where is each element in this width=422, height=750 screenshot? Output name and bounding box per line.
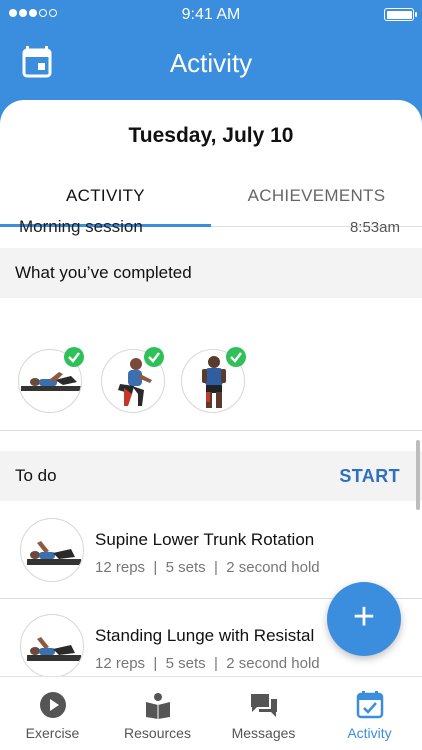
nav-item-exercise[interactable]: Exercise — [0, 677, 105, 750]
status-time: 9:41 AM — [181, 6, 241, 23]
nav-label: Messages — [231, 725, 296, 741]
tab-activity[interactable]: ACTIVITY — [0, 186, 211, 206]
divider — [0, 430, 422, 431]
todo-section-header: To do START — [0, 451, 422, 501]
start-button[interactable]: START — [339, 466, 400, 487]
completed-heading: What you’ve completed — [15, 263, 192, 282]
current-date: Tuesday, July 10 — [128, 124, 294, 147]
status-bar: 9:41 AM — [0, 0, 422, 30]
completed-section-header: What you’ve completed — [0, 248, 422, 298]
exercise-details: 12 reps | 5 sets | 2 second hold — [95, 559, 320, 576]
session-name: Morning session — [19, 217, 143, 236]
exercise-hold: 2 second hold — [226, 655, 320, 672]
exercise-sets: 5 sets — [165, 559, 206, 576]
exercise-hold: 2 second hold — [226, 559, 320, 576]
calendar-check-icon — [356, 691, 384, 719]
scrollbar[interactable] — [416, 440, 420, 510]
exercise-title: Standing Lunge with Resistal — [95, 626, 315, 645]
battery-icon — [384, 8, 417, 21]
exercise-reps: 12 reps — [95, 655, 146, 672]
completed-check-icon — [226, 347, 246, 367]
exercise-title: Supine Lower Trunk Rotation — [95, 530, 315, 549]
nav-label: Resources — [124, 725, 191, 741]
page-title: Activity — [169, 48, 253, 78]
completed-check-icon — [64, 347, 84, 367]
play-circle-icon — [39, 691, 67, 719]
exercise-thumbnail — [20, 614, 84, 678]
exercise-reps: 12 reps — [95, 559, 146, 576]
exercise-details: 12 reps | 5 sets | 2 second hold — [95, 655, 320, 672]
bottom-nav: Exercise Resources Messages Activity — [0, 676, 422, 750]
todo-heading: To do — [15, 466, 57, 485]
nav-label: Activity — [347, 725, 392, 741]
exercise-thumbnail — [20, 518, 84, 582]
tab-achievements[interactable]: ACHIEVEMENTS — [211, 186, 422, 206]
book-icon — [144, 691, 172, 719]
nav-item-messages[interactable]: Messages — [211, 677, 316, 750]
completed-check-icon — [144, 347, 164, 367]
exercise-sets: 5 sets — [165, 655, 206, 672]
chat-icon — [250, 691, 278, 719]
nav-item-resources[interactable]: Resources — [105, 677, 210, 750]
session-time: 8:53am — [349, 219, 400, 236]
nav-label: Exercise — [25, 725, 80, 741]
add-button[interactable]: + — [327, 582, 401, 656]
nav-item-activity[interactable]: Activity — [317, 677, 422, 750]
